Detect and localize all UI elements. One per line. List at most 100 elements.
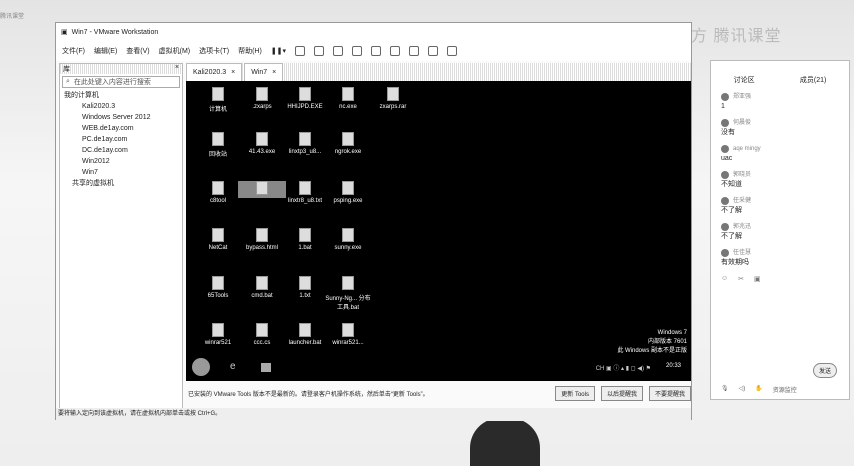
library-search[interactable]: ⌕ 在此处键入内容进行搜索 — [62, 76, 180, 88]
hand-icon[interactable]: ✋ — [755, 385, 762, 394]
desktop-icon[interactable]: .zxarps — [238, 87, 286, 110]
unity-icon[interactable] — [428, 46, 439, 56]
menu-bar: 文件(F) 编辑(E) 查看(V) 虚拟机(M) 选项卡(T) 帮助(H) ❚❚… — [56, 41, 691, 61]
tree-my-computer[interactable]: 我的计算机 — [64, 90, 182, 101]
desktop-icon[interactable]: linxtr8_u8.txt — [281, 181, 329, 204]
close-icon[interactable]: × — [231, 69, 235, 76]
file-icon — [299, 132, 311, 146]
desktop-icon[interactable]: winrar521... — [324, 323, 372, 346]
avatar — [721, 119, 729, 127]
tree-vm[interactable]: DC.de1ay.com — [64, 145, 182, 156]
tree-vm[interactable]: Win2012 — [64, 156, 182, 167]
thumbnail-icon[interactable] — [390, 46, 401, 56]
desktop-icon[interactable]: winrar521 — [194, 323, 242, 346]
update-tools-button[interactable]: 更新 Tools — [555, 386, 595, 401]
desktop-icon-label: 41.43.exe — [248, 149, 276, 155]
tree-shared-vms[interactable]: 共享的虚拟机 — [64, 178, 182, 189]
desktop-icon-label: HHIJPD.EXE — [287, 104, 323, 110]
tree-vm[interactable]: Kali2020.3 — [64, 101, 182, 112]
desktop-icon[interactable]: Sunny-Ng... 分布工具.bat — [324, 276, 372, 311]
search-icon: ⌕ — [66, 78, 70, 85]
menu-file[interactable]: 文件(F) — [62, 46, 85, 56]
file-icon — [342, 132, 354, 146]
desktop-icon[interactable]: ngrok.exe — [324, 132, 372, 155]
tab-discussion[interactable]: 讨论区 — [734, 75, 755, 85]
revert-snapshot-icon[interactable] — [333, 46, 344, 56]
desktop-icon[interactable]: HHIJPD.EXE — [281, 87, 329, 110]
ie-icon[interactable]: e — [230, 361, 236, 372]
clock[interactable]: 20:33 — [666, 363, 681, 369]
remind-later-button[interactable]: 以后提醒我 — [600, 386, 643, 401]
tab-win7[interactable]: Win7 × — [244, 63, 284, 81]
desktop-icon[interactable]: 41.43.exe — [238, 132, 286, 155]
start-button[interactable] — [192, 358, 210, 376]
desktop-icon[interactable]: 1.txt — [281, 276, 329, 299]
file-icon — [342, 228, 354, 242]
desktop-icon[interactable]: launcher.bat — [281, 323, 329, 346]
tray-icons[interactable]: CH ▣ ⓘ ▴ ▮ ◻ ◀) ⚑ — [596, 363, 651, 372]
send-ctrl-alt-del-icon[interactable] — [295, 46, 306, 56]
avatar — [721, 93, 729, 101]
file-icon — [256, 87, 268, 101]
windows-watermark: Windows 7 内部版本 7601 此 Windows 副本不是正版 — [617, 329, 687, 356]
menu-tabs[interactable]: 选项卡(T) — [199, 46, 229, 56]
close-icon[interactable]: × — [175, 64, 179, 74]
library-icon[interactable] — [371, 46, 382, 56]
pause-icon[interactable]: ❚❚▾ — [271, 47, 286, 55]
snapshot-manager-icon[interactable] — [352, 46, 363, 56]
title-bar: ▣ Win7 - VMware Workstation — [56, 23, 691, 41]
file-icon — [212, 132, 224, 146]
tree-vm[interactable]: WEB.de1ay.com — [64, 123, 182, 134]
desktop-icon[interactable]: bypass.html — [238, 228, 286, 251]
desktop-icon[interactable]: 回收站 — [194, 132, 242, 158]
desktop-icon[interactable]: zxarps.rar — [369, 87, 417, 110]
menu-edit[interactable]: 编辑(E) — [94, 46, 117, 56]
console-icon[interactable] — [447, 46, 458, 56]
desktop-icon[interactable]: linxtp3_u8... — [281, 132, 329, 155]
desktop-icon[interactable]: c8tool — [194, 181, 242, 204]
speaker-icon[interactable]: ◁) — [739, 385, 746, 394]
desktop-icon[interactable]: ccc.cs — [238, 323, 286, 346]
desktop-icon[interactable] — [238, 181, 286, 198]
desktop-icon[interactable]: 计算机 — [194, 87, 242, 113]
vm-screen[interactable]: 计算机 .zxarps HHIJPD.EXE nc.exe zxarps.rar 回收站 4… — [186, 81, 691, 381]
tab-kali[interactable]: Kali2020.3 × — [186, 63, 243, 81]
never-remind-button[interactable]: 不要提醒我 — [648, 386, 691, 401]
tree-vm[interactable]: Windows Server 2012 — [64, 112, 182, 123]
tab-members[interactable]: 成员(21) — [800, 75, 826, 85]
fullscreen-icon[interactable] — [409, 46, 420, 56]
microphone-icon[interactable]: 🎙 — [721, 385, 729, 394]
menu-help[interactable]: 帮助(H) — [238, 46, 262, 56]
sender-name: 何晨俊 — [733, 120, 752, 126]
resource-monitor[interactable]: 资源监控 — [773, 385, 797, 394]
desktop-icon-label: Sunny-Ng... 分布工具.bat — [325, 296, 371, 311]
explorer-icon[interactable] — [261, 363, 271, 372]
chat-message: 郭晓员 不知道 — [711, 167, 849, 193]
close-icon[interactable]: × — [272, 69, 276, 76]
file-icon — [256, 323, 268, 337]
snapshot-icon[interactable] — [314, 46, 325, 56]
tree-vm[interactable]: Win7 — [64, 167, 182, 178]
desktop-icon-label: zxarps.rar — [379, 104, 407, 110]
emoji-icon[interactable]: ☺ — [721, 275, 728, 283]
desktop-icon[interactable]: sunny.exe — [324, 228, 372, 251]
desktop-icon[interactable]: cmd.bat — [238, 276, 286, 299]
image-icon[interactable]: ▣ — [754, 275, 761, 283]
file-icon — [342, 181, 354, 195]
desktop-icon-label: psping.exe — [333, 198, 363, 204]
desktop-icon[interactable]: 1.bat — [281, 228, 329, 251]
desktop-icon[interactable]: NetCat — [194, 228, 242, 251]
tree-vm[interactable]: PC.de1ay.com — [64, 134, 182, 145]
desktop-icon[interactable]: 65Tools — [194, 276, 242, 299]
menu-view[interactable]: 查看(V) — [126, 46, 149, 56]
file-icon — [256, 132, 268, 146]
menu-vm[interactable]: 虚拟机(M) — [159, 46, 191, 56]
desktop-icon-label: linxtr8_u8.txt — [287, 198, 323, 204]
desktop-icon[interactable]: psping.exe — [324, 181, 372, 204]
file-icon — [212, 228, 224, 242]
send-button[interactable]: 发送 — [812, 363, 837, 378]
scissors-icon[interactable]: ✂ — [738, 275, 744, 283]
file-icon — [256, 228, 268, 242]
desktop-icon-label: NetCat — [208, 245, 228, 251]
desktop-icon[interactable]: nc.exe — [324, 87, 372, 110]
